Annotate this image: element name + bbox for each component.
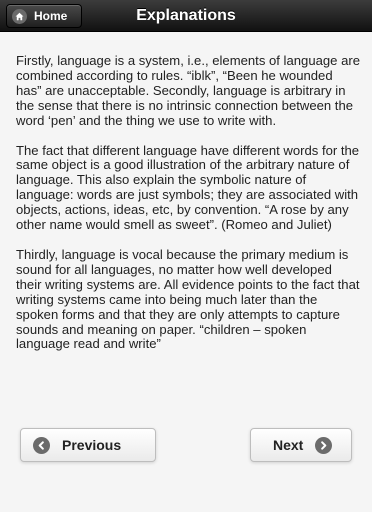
paragraph-1: Firstly, language is a system, i.e., ele… [16, 53, 361, 128]
previous-button-label: Previous [62, 437, 122, 453]
previous-button[interactable]: Previous [20, 428, 156, 462]
header-bar: Home Explanations [0, 0, 372, 32]
next-button-label: Next [273, 437, 304, 453]
next-button[interactable]: Next [250, 428, 352, 462]
paragraph-2: The fact that different language have di… [16, 142, 360, 233]
page-title: Explanations [136, 7, 236, 24]
arrow-left-icon [33, 436, 50, 454]
paragraph-3: Thirdly, language is vocal because the p… [16, 246, 360, 352]
explanation-text: Firstly, language is a system, i.e., ele… [16, 53, 361, 367]
arrow-right-icon [315, 436, 333, 454]
